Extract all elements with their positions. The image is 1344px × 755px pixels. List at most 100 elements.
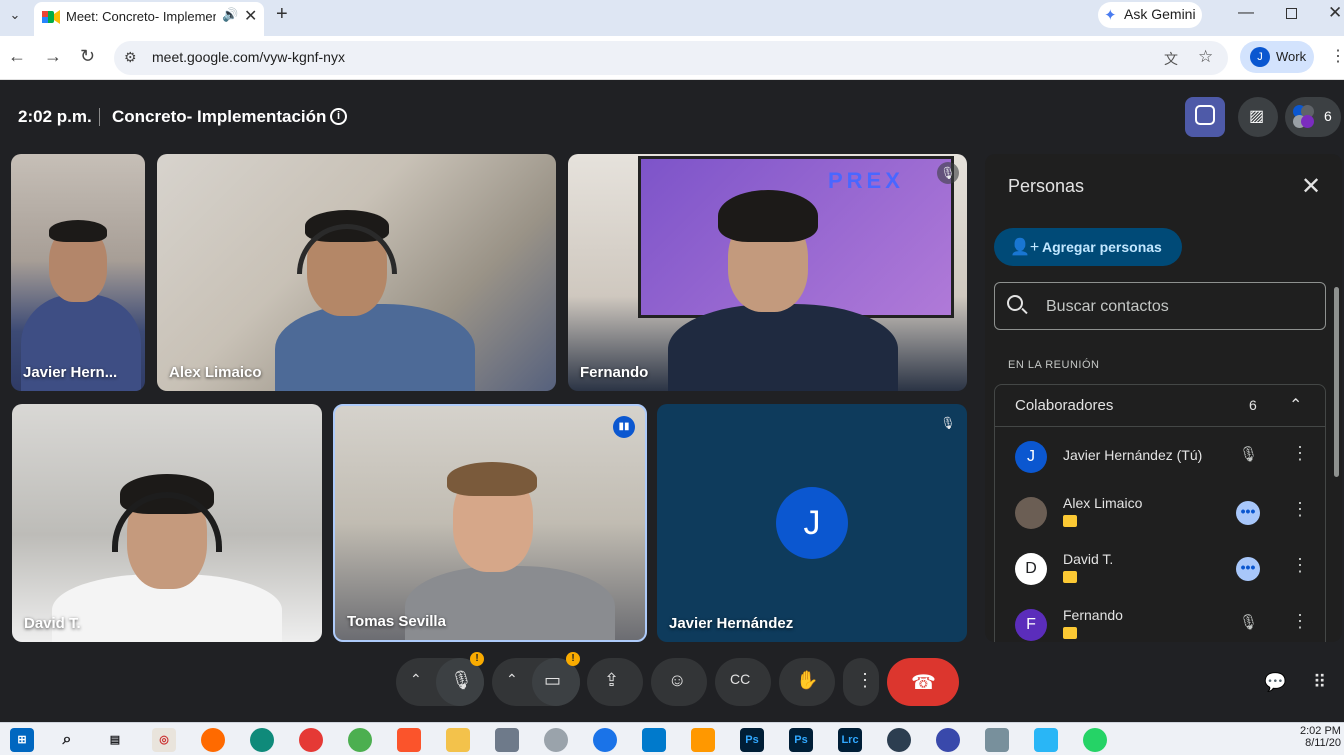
tab-close-icon[interactable]: ✕ — [244, 6, 257, 26]
app-icon[interactable] — [1034, 728, 1058, 752]
reactions-button[interactable]: ☺ — [651, 658, 707, 706]
bookmark-star-icon[interactable]: ☆ — [1198, 47, 1213, 67]
forward-arrow-icon[interactable]: → — [44, 46, 62, 67]
video-tile[interactable]: J 🎙 Javier Hernández — [657, 404, 967, 642]
chrome-profile-icon[interactable] — [348, 728, 372, 752]
reload-icon[interactable]: ↻ — [80, 46, 95, 67]
app-icon[interactable] — [593, 728, 617, 752]
sublime-icon[interactable] — [691, 728, 715, 752]
panel-scrollbar[interactable] — [1334, 287, 1339, 477]
whatsapp-icon[interactable] — [1083, 728, 1107, 752]
participant-row[interactable]: F Fernando 🎙 ⋮ — [995, 597, 1325, 642]
new-tab-button[interactable]: + — [276, 4, 288, 24]
photoshop-icon[interactable]: Ps — [740, 728, 764, 752]
photoshop-icon[interactable]: Ps — [789, 728, 813, 752]
tile-name: Javier Hernández — [669, 615, 794, 632]
more-options-icon[interactable]: ⋮ — [1291, 499, 1309, 520]
participant-count: 6 — [1324, 108, 1332, 124]
site-info-icon[interactable]: ⚙ — [124, 49, 137, 66]
captions-button[interactable]: CC — [715, 658, 771, 706]
header-divider — [99, 108, 100, 126]
end-call-icon: ☎ — [911, 672, 936, 694]
section-label: EN LA REUNIÓN — [1008, 359, 1100, 371]
app-icon[interactable]: ◎ — [152, 728, 176, 752]
profile-button[interactable]: J Work — [1240, 41, 1314, 73]
emoji-icon: ☺ — [668, 670, 687, 690]
windows-start-icon[interactable]: ⊞ — [10, 728, 34, 752]
app-icon[interactable] — [544, 728, 568, 752]
edge-icon[interactable] — [250, 728, 274, 752]
address-bar[interactable]: ⚙ meet.google.com/vyw-kgnf-nyx 文 ☆ — [114, 41, 1228, 75]
warning-icon: ! — [470, 652, 484, 666]
muted-mic-icon: 🎙 — [1239, 614, 1259, 631]
tab-audio-icon[interactable]: 🔊 — [222, 7, 238, 23]
chat-icon[interactable]: 💬 — [1264, 672, 1286, 693]
participant-row[interactable]: J Javier Hernández (Tú) 🎙 ⋮ — [995, 429, 1325, 485]
app-icon[interactable] — [887, 728, 911, 752]
windows-taskbar: ⊞ ⌕ ▤ ◎ Ps Ps Lrc 2:02 PM 8/11/20 — [0, 722, 1344, 755]
meeting-info-icon[interactable]: i — [330, 108, 347, 125]
more-vert-icon: ⋮ — [856, 670, 874, 690]
activities-grid-icon[interactable]: ⠿ — [1313, 672, 1326, 693]
avatar — [1015, 497, 1047, 529]
translate-icon[interactable]: 文 — [1164, 49, 1178, 69]
add-people-button[interactable]: 👤+ Agregar personas — [994, 228, 1182, 266]
url-text[interactable]: meet.google.com/vyw-kgnf-nyx — [152, 49, 345, 65]
lightroom-icon[interactable]: Lrc — [838, 728, 862, 752]
more-options-button[interactable]: ⋮ — [843, 658, 879, 706]
participant-row[interactable]: D David T. ••• ⋮ — [995, 541, 1325, 597]
window-maximize-button[interactable] — [1286, 8, 1297, 19]
more-options-icon[interactable]: ⋮ — [1291, 443, 1309, 464]
chrome-icon[interactable] — [299, 728, 323, 752]
add-people-label: Agregar personas — [1042, 239, 1162, 255]
vscode-icon[interactable] — [642, 728, 666, 752]
captions-icon: CC — [730, 671, 751, 687]
presentation-tag-icon — [1063, 627, 1077, 639]
back-arrow-icon[interactable]: ← — [8, 46, 26, 67]
chevron-up-icon[interactable]: ⌃ — [1289, 395, 1302, 415]
participant-row[interactable]: Alex Limaico ••• ⋮ — [995, 485, 1325, 541]
video-tile[interactable]: Alex Limaico — [157, 154, 556, 391]
leave-call-button[interactable]: ☎ — [887, 658, 959, 706]
search-contacts-input[interactable]: Buscar contactos — [994, 282, 1326, 330]
present-screen-button[interactable]: ⇪ — [587, 658, 643, 706]
group-header[interactable]: Colaboradores 6 ⌃ — [995, 385, 1325, 427]
window-close-button[interactable]: ✕ — [1328, 3, 1342, 23]
search-icon[interactable]: ⌕ — [55, 728, 79, 752]
window-minimize-button[interactable]: — — [1238, 4, 1254, 22]
camera-off-button[interactable]: ▨ — [1238, 97, 1278, 137]
video-tile[interactable]: PREX 🎙 Fernando — [568, 154, 967, 391]
tab-search-chevron-icon[interactable]: ⌄ — [4, 4, 26, 26]
close-icon[interactable]: ✕ — [1301, 172, 1321, 201]
meeting-time: 2:02 p.m. — [18, 107, 92, 126]
system-clock[interactable]: 2:02 PM 8/11/20 — [1300, 725, 1341, 749]
chrome-menu-icon[interactable]: ⋮ — [1330, 46, 1344, 66]
app-icon[interactable] — [495, 728, 519, 752]
video-tile-active-speaker[interactable]: ▮▮ Tomas Sevilla — [333, 404, 647, 642]
raise-hand-button[interactable]: ✋ — [779, 658, 835, 706]
video-tile[interactable]: Javier Hern... — [11, 154, 145, 391]
more-options-icon[interactable]: ⋮ — [1291, 611, 1309, 632]
ask-gemini-button[interactable]: ✦ Ask Gemini — [1098, 2, 1202, 28]
companion-mode-button[interactable] — [1185, 97, 1225, 137]
profile-name: Work — [1276, 49, 1307, 64]
people-button[interactable]: 6 — [1285, 97, 1341, 137]
browser-tab[interactable]: Meet: Concreto- Implementación 🔊 ✕ — [34, 2, 264, 36]
participant-name: Alex Limaico — [1063, 495, 1143, 511]
add-person-icon: 👤+ — [1010, 239, 1040, 256]
app-icon[interactable] — [936, 728, 960, 752]
audio-activity-icon[interactable]: ••• — [1236, 557, 1260, 581]
chevron-up-icon[interactable]: ⌃ — [506, 671, 518, 688]
app-icon[interactable] — [985, 728, 1009, 752]
panel-title: Personas — [1008, 176, 1085, 196]
browser-tab-strip: ⌄ Meet: Concreto- Implementación 🔊 ✕ + ✦… — [0, 0, 1344, 36]
brave-icon[interactable] — [397, 728, 421, 752]
file-explorer-icon[interactable] — [446, 728, 470, 752]
video-tile[interactable]: David T. — [12, 404, 322, 642]
audio-activity-icon[interactable]: ••• — [1236, 501, 1260, 525]
tile-name: Fernando — [580, 364, 649, 381]
more-options-icon[interactable]: ⋮ — [1291, 555, 1309, 576]
task-view-icon[interactable]: ▤ — [103, 728, 127, 752]
firefox-icon[interactable] — [201, 728, 225, 752]
chevron-up-icon[interactable]: ⌃ — [410, 671, 422, 688]
